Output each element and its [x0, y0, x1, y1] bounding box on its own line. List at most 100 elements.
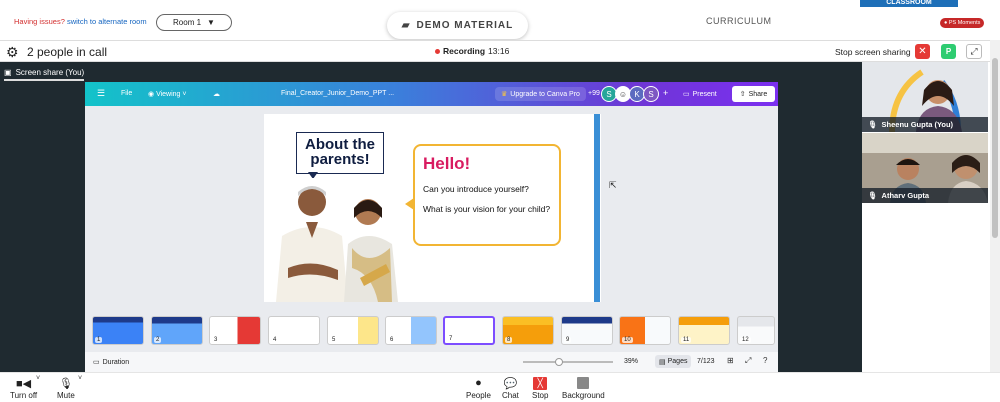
grid-view-icon[interactable]: ⊞ [727, 356, 734, 365]
expand-icon: ⤢ [970, 46, 978, 56]
background-button[interactable]: Background [562, 375, 605, 400]
about-line-2: parents! [310, 151, 370, 168]
microphone-icon: 🎙 [58, 377, 73, 390]
share-icon: ⇧ [739, 91, 746, 98]
screen-share-tab[interactable]: ▣ Screen share (You) [4, 65, 85, 81]
page-thumbnail[interactable]: 9 [561, 316, 613, 345]
page-thumbnail[interactable]: 12 [737, 316, 775, 345]
pages-button[interactable]: ▤ Pages [655, 355, 692, 368]
issues-message: Having issues? switch to alternate room [14, 17, 147, 26]
room-label: Room 1 [173, 18, 202, 27]
zoom-value[interactable]: 39% [624, 358, 638, 365]
thumbnail-number: 9 [564, 337, 572, 343]
zoom-slider-knob[interactable] [555, 358, 563, 366]
page-thumbnail[interactable]: 2 [151, 316, 203, 345]
about-the-parents-heading: About the parents! [296, 132, 384, 174]
present-button[interactable]: ▭ Present [678, 87, 722, 101]
page-thumbnail[interactable]: 6 [385, 316, 437, 345]
p-badge-button[interactable]: P [941, 44, 956, 59]
participant-tile-self[interactable]: 🎙 Sheenu Gupta (You) [862, 62, 988, 132]
add-collaborator-icon[interactable]: + [663, 88, 668, 98]
thumbnail-number: 7 [447, 336, 455, 342]
page-thumbnail[interactable]: 8 [502, 316, 554, 345]
duration-label: Duration [102, 358, 130, 366]
gear-icon[interactable]: ⚙ [6, 44, 19, 61]
page-thumbnail[interactable]: 5 [327, 316, 379, 345]
viewing-label: Viewing [156, 91, 181, 98]
page-thumbnail-current[interactable]: 7 [443, 316, 495, 345]
mute-button[interactable]: 🎙 Mute [57, 375, 75, 401]
tab-underline [4, 79, 85, 81]
people-count: 2 people in call [27, 45, 108, 59]
thumbnail-number: 12 [740, 337, 751, 343]
upgrade-button[interactable]: ♛ Upgrade to Canva Pro [495, 87, 586, 101]
participant-name-bar: 🎙 Atharv Gupta [862, 188, 988, 203]
background-icon [577, 377, 590, 389]
participant-name: Sheenu Gupta (You) [881, 120, 954, 129]
menu-icon[interactable]: ☰ [97, 88, 105, 99]
screen-share-label: Screen share (You) [15, 67, 85, 77]
stop-share-icon: ╳ [533, 376, 548, 390]
recording-indicator: Recording 13:16 [435, 46, 509, 56]
issues-text: Having issues? [14, 17, 65, 26]
microphone-icon: 🎙 [868, 191, 878, 200]
mouse-cursor-icon: ⇱ [609, 180, 617, 190]
collaborator-avatar[interactable]: S [643, 86, 659, 102]
about-line-1: About the [305, 136, 375, 153]
share-button[interactable]: ⇧ Share [732, 86, 775, 102]
participant-name-bar: 🎙 Sheenu Gupta (You) [862, 117, 988, 132]
fullscreen-icon[interactable]: ⤢ [745, 356, 751, 366]
alternate-room-link[interactable]: switch to alternate room [67, 17, 147, 26]
people-button[interactable]: ● People [466, 375, 491, 400]
chat-icon: 💬 [503, 377, 518, 390]
help-icon[interactable]: ? [763, 356, 767, 365]
page-thumbnail[interactable]: 1 [92, 316, 144, 345]
thumbnail-number: 5 [330, 337, 338, 343]
chat-button[interactable]: 💬 Chat [502, 375, 519, 401]
document-title[interactable]: Final_Creator_Junior_Demo_PPT ... [281, 90, 394, 97]
share-label: Share [748, 90, 768, 98]
room-selector[interactable]: Room 1 ▼ [156, 14, 232, 31]
hello-text: Hello! [423, 154, 471, 173]
page-scrollbar[interactable] [990, 40, 1000, 372]
more-collaborators-count[interactable]: +99 [588, 90, 600, 97]
thumbnail-number: 8 [505, 337, 513, 343]
zoom-slider-track[interactable] [523, 361, 613, 363]
pages-icon: ▤ [659, 358, 666, 366]
mute-label: Mute [57, 391, 75, 400]
cloud-icon[interactable]: ☁ [213, 90, 220, 98]
stop-screen-sharing-label: Stop screen sharing [835, 47, 911, 57]
page-thumbnail[interactable]: 10 [619, 316, 671, 345]
call-header: ⚙ 2 people in call Recording 13:16 Stop … [0, 40, 990, 62]
present-label: Present [692, 90, 717, 98]
pages-label: Pages [667, 358, 688, 365]
microphone-icon: 🎙 [868, 120, 878, 129]
participants-panel-empty [862, 203, 988, 372]
recording-label: Recording [443, 46, 486, 56]
stop-share-button[interactable]: ╳ Stop [532, 375, 548, 400]
curriculum-tab[interactable]: CURRICULUM [706, 16, 772, 26]
scrollbar-thumb[interactable] [992, 58, 998, 238]
page-thumbnail[interactable]: 3 [209, 316, 261, 345]
file-menu[interactable]: File [121, 90, 132, 97]
demo-material-button[interactable]: ▰ DEMO MATERIAL [387, 12, 528, 39]
duration-button[interactable]: ▭ Duration [93, 358, 130, 367]
canva-window: ☰ File ◉ Viewing ˅ ☁ Final_Creator_Junio… [85, 82, 778, 372]
camera-toggle-button[interactable]: ■◀ Turn off [10, 375, 37, 401]
viewing-menu[interactable]: ◉ Viewing ˅ [148, 90, 187, 98]
camera-options-chevron-icon[interactable]: ˅ [36, 375, 40, 382]
page-thumbnail[interactable]: 4 [268, 316, 320, 345]
thumbnail-number: 3 [212, 337, 220, 343]
page-number: 7/123 [697, 358, 715, 365]
slide-canvas: About the parents! Hello! Can you introd… [264, 114, 601, 302]
ps-moments-badge[interactable]: ● PS Moments [940, 18, 985, 28]
page-thumbnail[interactable]: 11 [678, 316, 730, 345]
eye-icon: ◉ [148, 91, 157, 98]
expand-button[interactable]: ⤢ [966, 44, 982, 59]
folder-icon: ▰ [401, 20, 411, 31]
classroom-tab[interactable]: CLASSROOM [860, 0, 958, 7]
stop-screen-sharing-button[interactable]: ✕ [915, 44, 930, 59]
parents-photo [268, 178, 408, 302]
participant-tile[interactable]: 🎙 Atharv Gupta [862, 133, 988, 203]
mic-options-chevron-icon[interactable]: ˅ [78, 375, 82, 382]
